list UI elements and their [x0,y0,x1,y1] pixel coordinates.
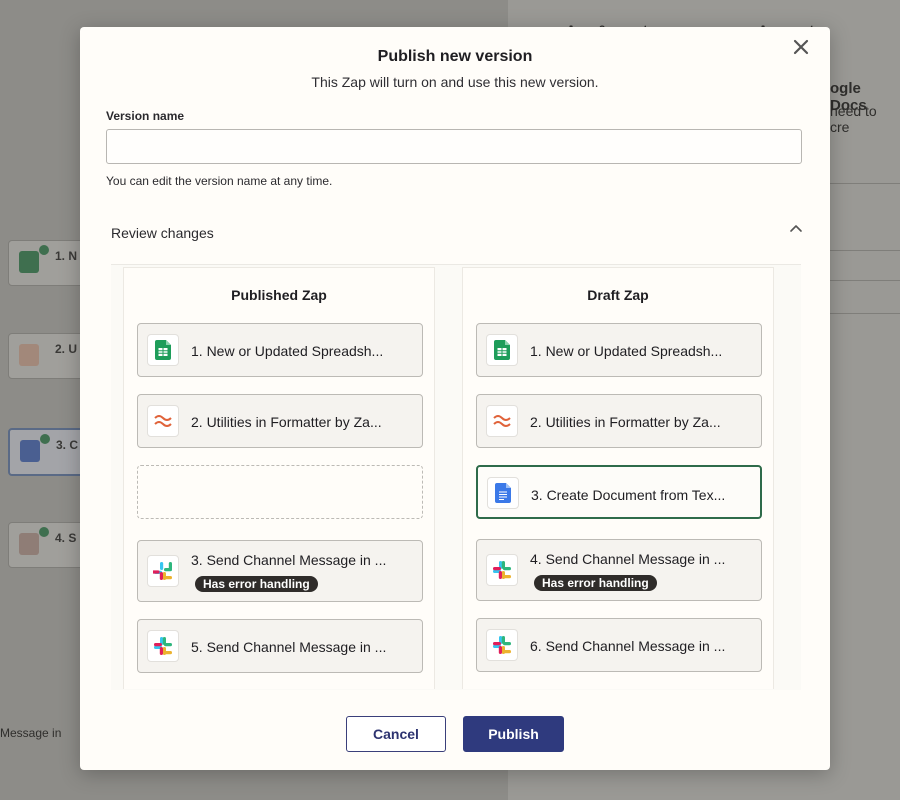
step-label: 1. New or Updated Spreadsh... [530,343,723,359]
check-icon [39,527,49,537]
draft-step-1[interactable]: 1. New or Updated Spreadsh... [476,323,762,377]
version-name-label: Version name [106,109,185,123]
slack-icon [147,630,179,662]
slack-icon [19,533,39,555]
google-sheets-icon [147,334,179,366]
slack-icon [147,555,179,587]
published-step-1[interactable]: 1. New or Updated Spreadsh... [137,323,423,377]
publish-dialog: Publish new version This Zap will turn o… [80,27,830,770]
panel-hint: need to cre [830,103,877,135]
formatter-icon [19,344,39,366]
bg-step-label: 3. C [56,438,79,452]
dialog-title: Publish new version [377,48,533,65]
draft-step-6[interactable]: 6. Send Channel Message in ... [476,618,762,672]
draft-step-4[interactable]: 4. Send Channel Message in ... Has error… [476,539,762,601]
published-step-5[interactable]: 5. Send Channel Message in ... [137,619,423,673]
step-label: 6. Send Channel Message in ... [530,638,726,654]
bg-bottom-text: Message in [0,726,62,740]
step-label: 1. New or Updated Spreadsh... [191,343,384,359]
step-label: 4. Send Channel Message in ... [530,551,726,567]
draft-step-2[interactable]: 2. Utilities in Formatter by Za... [476,394,762,448]
publish-button[interactable]: Publish [463,716,564,752]
check-icon [39,245,49,255]
published-step-3[interactable]: 3. Send Channel Message in ... Has error… [137,540,423,602]
error-handling-badge: Has error handling [534,575,657,591]
formatter-icon [147,405,179,437]
slack-icon [486,554,518,586]
chevron-up-icon[interactable] [787,220,805,238]
published-step-2[interactable]: 2. Utilities in Formatter by Za... [137,394,423,448]
slack-icon [486,629,518,661]
step-label: 3. Send Channel Message in ... [191,552,387,568]
google-sheets-icon [19,251,39,273]
draft-step-3[interactable]: 3. Create Document from Tex... [476,465,762,519]
bg-step-label: 1. N [55,249,78,263]
published-zap-column: Published Zap 1. New or Updated Spreadsh… [123,267,435,689]
published-zap-title: Published Zap [231,287,327,303]
google-docs-icon [20,440,40,462]
formatter-icon [486,405,518,437]
published-step-placeholder [137,465,423,519]
google-docs-icon [487,477,519,509]
check-icon [40,434,50,444]
google-sheets-icon [486,334,518,366]
review-changes-toggle[interactable]: Review changes [111,225,214,241]
dialog-subtitle: This Zap will turn on and use this new v… [311,74,599,90]
step-label: 2. Utilities in Formatter by Za... [530,414,721,430]
draft-zap-title: Draft Zap [587,287,649,303]
step-label: 2. Utilities in Formatter by Za... [191,414,382,430]
draft-zap-column: Draft Zap 1. New or Updated Spreadsh... … [462,267,774,689]
step-label: 3. Create Document from Tex... [531,487,726,503]
version-name-help: You can edit the version name at any tim… [106,174,333,188]
step-label: 5. Send Channel Message in ... [191,639,387,655]
version-name-input[interactable] [106,129,802,164]
error-handling-badge: Has error handling [195,576,318,592]
bg-step-label: 4. S [55,531,77,545]
bg-step-label: 2. U [55,342,78,356]
compare-panel: Published Zap 1. New or Updated Spreadsh… [111,264,801,690]
cancel-button[interactable]: Cancel [346,716,446,752]
